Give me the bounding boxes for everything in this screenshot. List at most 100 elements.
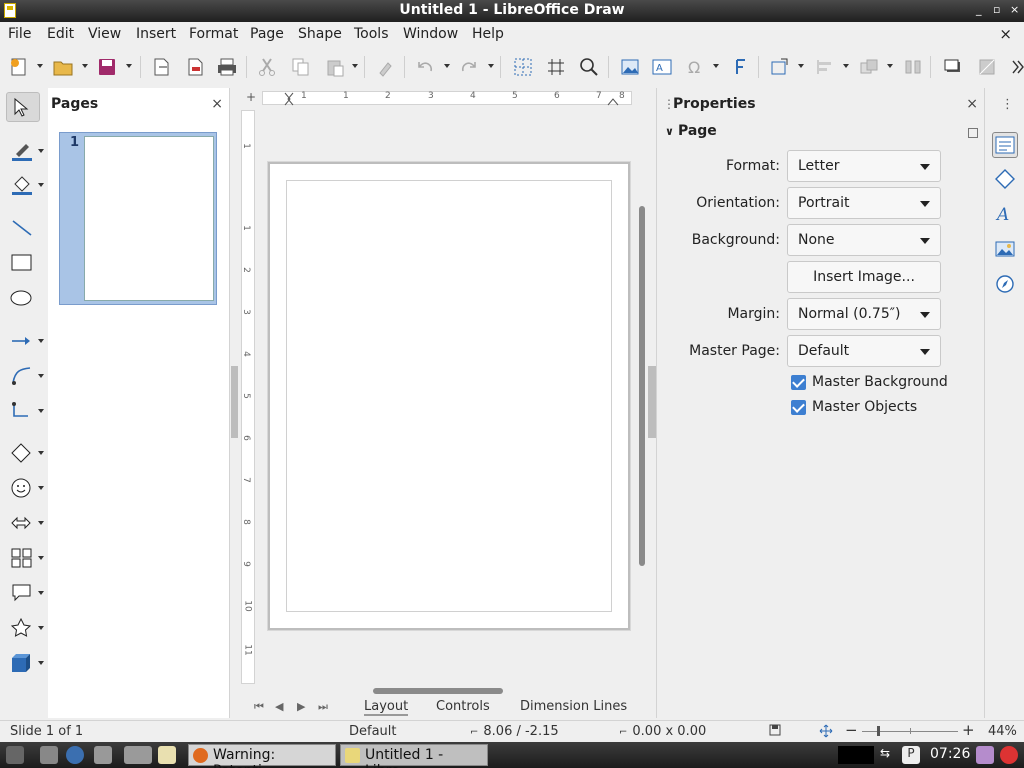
shadow-icon[interactable] xyxy=(940,54,966,80)
sidebar-splitter[interactable] xyxy=(648,366,656,438)
distribute-icon[interactable] xyxy=(900,54,926,80)
minimize-button[interactable]: _ xyxy=(976,3,982,16)
3d-objects-icon[interactable] xyxy=(6,648,44,678)
basic-shapes-diamond-icon[interactable] xyxy=(6,438,44,468)
arrange-dropdown-icon[interactable] xyxy=(887,64,893,68)
new-document-icon[interactable] xyxy=(6,54,32,80)
close-properties-button[interactable]: × xyxy=(966,96,978,112)
gallery-deck-icon[interactable] xyxy=(992,236,1018,262)
special-character-dropdown-icon[interactable] xyxy=(713,64,719,68)
start-menu-icon[interactable] xyxy=(6,746,24,764)
horizontal-scrollbar[interactable] xyxy=(238,686,636,696)
first-tab-icon[interactable]: ⏮ xyxy=(254,700,264,714)
page-thumbnail[interactable]: 1 xyxy=(59,132,217,305)
close-pages-pane-button[interactable]: × xyxy=(211,96,223,112)
ruler-origin-icon[interactable]: + xyxy=(246,90,256,104)
previous-tab-icon[interactable]: ◀ xyxy=(275,700,283,713)
horizontal-scroll-thumb[interactable] xyxy=(373,688,503,694)
open-folder-icon[interactable] xyxy=(50,54,76,80)
zoom-pan-icon[interactable] xyxy=(576,54,602,80)
libreoffice-launcher-icon[interactable] xyxy=(158,746,176,764)
zoom-level[interactable]: 44% xyxy=(988,724,1017,739)
navigator-deck-icon[interactable] xyxy=(992,271,1018,297)
select-tool-icon[interactable] xyxy=(6,92,40,122)
special-character-icon[interactable]: Ω xyxy=(682,54,708,80)
insert-textbox-icon[interactable]: A xyxy=(649,54,675,80)
maximize-button[interactable]: ▫ xyxy=(993,3,1000,16)
next-tab-icon[interactable]: ▶ xyxy=(297,700,305,713)
clipboard-icon[interactable]: P xyxy=(902,746,920,764)
menu-file[interactable]: File xyxy=(8,26,31,42)
connectors-icon[interactable] xyxy=(6,396,44,426)
vertical-scroll-thumb[interactable] xyxy=(639,206,645,566)
lines-arrows-icon[interactable] xyxy=(6,326,44,356)
print-icon[interactable] xyxy=(214,54,240,80)
pages-pane-splitter[interactable] xyxy=(231,366,238,438)
undo-icon[interactable] xyxy=(412,54,438,80)
tab-layout[interactable]: Layout xyxy=(364,699,409,716)
helplines-icon[interactable] xyxy=(543,54,569,80)
close-document-button[interactable]: × xyxy=(999,25,1012,43)
flowchart-icon[interactable] xyxy=(6,543,44,573)
stars-icon[interactable] xyxy=(6,613,44,643)
redo-icon[interactable] xyxy=(456,54,482,80)
ellipse-tool-icon[interactable] xyxy=(6,283,40,313)
more-options-icon[interactable] xyxy=(968,128,978,138)
rectangle-tool-icon[interactable] xyxy=(6,248,40,278)
last-tab-icon[interactable]: ⏭ xyxy=(318,700,328,714)
paste-dropdown-icon[interactable] xyxy=(352,64,358,68)
transformations-icon[interactable] xyxy=(766,54,792,80)
menu-format[interactable]: Format xyxy=(189,26,238,42)
more-toolbar-chevron-icon[interactable] xyxy=(1004,54,1024,80)
export-icon[interactable] xyxy=(148,54,174,80)
desktop-icon[interactable] xyxy=(94,746,112,764)
align-objects-icon[interactable] xyxy=(812,54,838,80)
display-grid-icon[interactable] xyxy=(510,54,536,80)
fill-color-icon[interactable] xyxy=(6,170,44,200)
block-arrows-icon[interactable] xyxy=(6,508,44,538)
menu-window[interactable]: Window xyxy=(403,26,458,42)
fontwork-icon[interactable] xyxy=(727,54,753,80)
drawing-page[interactable] xyxy=(268,162,630,630)
network-icon[interactable]: ⇆ xyxy=(880,746,898,764)
page-section-header[interactable]: ∨ Page xyxy=(665,123,717,139)
line-color-icon[interactable] xyxy=(6,136,44,166)
menu-page[interactable]: Page xyxy=(250,26,284,42)
insert-image-button[interactable]: Insert Image... xyxy=(787,261,941,293)
undo-dropdown-icon[interactable] xyxy=(444,64,450,68)
format-dropdown[interactable]: Letter xyxy=(787,150,941,182)
align-dropdown-icon[interactable] xyxy=(843,64,849,68)
curves-polygons-icon[interactable] xyxy=(6,361,44,391)
browser-launcher-icon[interactable] xyxy=(66,746,84,764)
menu-shape[interactable]: Shape xyxy=(298,26,342,42)
vertical-scrollbar[interactable] xyxy=(636,88,648,686)
cut-icon[interactable] xyxy=(254,54,280,80)
fit-to-window-icon[interactable] xyxy=(819,724,833,742)
zoom-out-button[interactable]: − xyxy=(845,721,858,739)
clone-formatting-icon[interactable] xyxy=(372,54,398,80)
styles-deck-icon[interactable]: A xyxy=(992,201,1018,227)
menu-edit[interactable]: Edit xyxy=(47,26,74,42)
orientation-dropdown[interactable]: Portrait xyxy=(787,187,941,219)
copy-icon[interactable] xyxy=(288,54,314,80)
symbol-shapes-smiley-icon[interactable] xyxy=(6,473,44,503)
new-dropdown-icon[interactable] xyxy=(37,64,43,68)
master-background-checkbox[interactable]: Master Background xyxy=(791,374,948,390)
export-pdf-icon[interactable] xyxy=(182,54,208,80)
paste-icon[interactable] xyxy=(322,54,348,80)
redo-dropdown-icon[interactable] xyxy=(488,64,494,68)
taskbar-libreoffice-draw[interactable]: Untitled 1 - Libre... xyxy=(340,744,488,768)
file-manager-icon[interactable] xyxy=(40,746,58,764)
zoom-slider-thumb[interactable] xyxy=(877,726,880,736)
crop-image-icon[interactable] xyxy=(974,54,1000,80)
callouts-icon[interactable] xyxy=(6,578,44,608)
menu-insert[interactable]: Insert xyxy=(136,26,176,42)
user-icon[interactable] xyxy=(976,746,994,764)
transformations-dropdown-icon[interactable] xyxy=(798,64,804,68)
background-dropdown[interactable]: None xyxy=(787,224,941,256)
taskbar-firefox-warning[interactable]: Warning: Potenti... xyxy=(188,744,336,768)
zoom-slider[interactable] xyxy=(862,726,958,736)
save-icon[interactable] xyxy=(94,54,120,80)
zoom-in-button[interactable]: + xyxy=(962,721,975,739)
insert-image-icon[interactable] xyxy=(617,54,643,80)
